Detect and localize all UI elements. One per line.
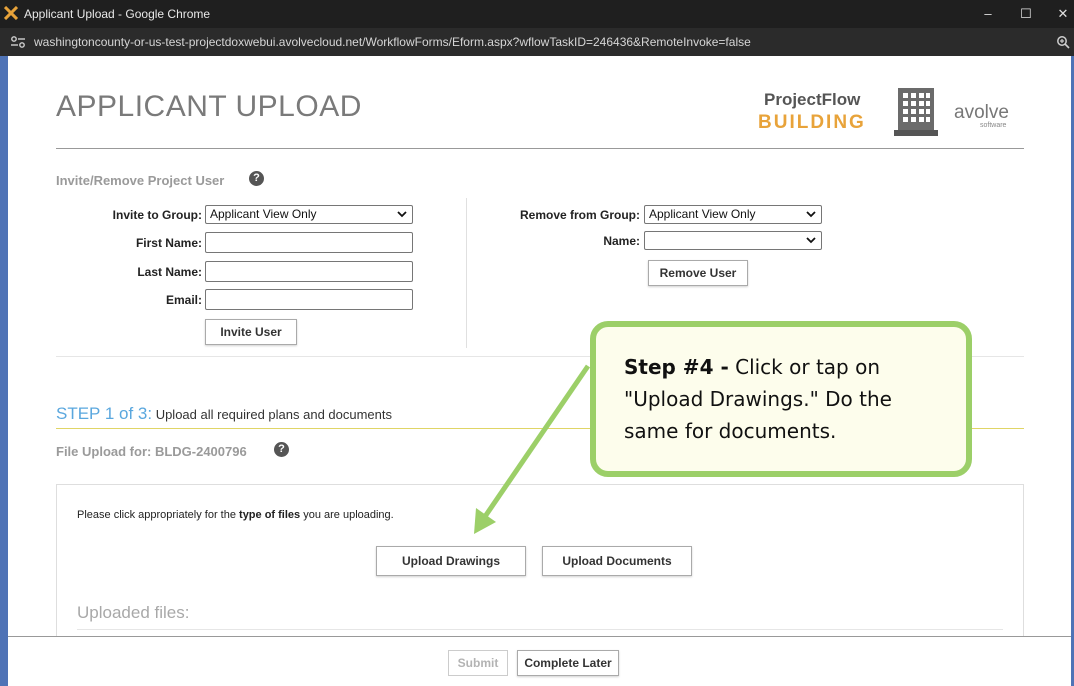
instruction-prefix: Please click appropriately for the <box>77 509 240 521</box>
page-title: APPLICANT UPLOAD <box>56 90 362 123</box>
site-settings-icon[interactable] <box>10 35 26 49</box>
brand-logo: ProjectFlow BUILDING avolve software <box>758 84 1028 144</box>
instruction-callout: Step #4 - Click or tap on "Upload Drawin… <box>590 321 972 477</box>
address-bar[interactable]: washingtoncounty-or-us-test-projectdoxwe… <box>0 28 1074 56</box>
complete-later-button[interactable]: Complete Later <box>517 650 619 676</box>
url-text[interactable]: washingtoncounty-or-us-test-projectdoxwe… <box>34 35 751 49</box>
name-label: Name: <box>603 234 640 248</box>
window-title: Applicant Upload - Google Chrome <box>24 7 211 21</box>
vendor-logo-text: avolve <box>954 102 1009 123</box>
first-name-label: First Name: <box>135 236 202 250</box>
window-frame-left <box>0 56 8 686</box>
footer-bar: Submit Complete Later <box>8 636 1071 686</box>
brand-line-2: BUILDING <box>758 112 866 133</box>
last-name-input[interactable] <box>205 261 413 282</box>
invite-user-button[interactable]: Invite User <box>205 319 297 345</box>
upload-instruction: Please click appropriately for the type … <box>77 509 394 521</box>
upload-documents-button[interactable]: Upload Documents <box>542 546 692 576</box>
uploaded-files-divider <box>77 629 1003 630</box>
chevron-down-icon <box>806 237 816 244</box>
name-select[interactable] <box>644 231 822 250</box>
chevron-down-icon <box>806 211 816 218</box>
zoom-icon[interactable] <box>1056 35 1070 49</box>
minimize-button[interactable]: – <box>973 4 1003 24</box>
browser-title-bar: Applicant Upload - Google Chrome – ☐ ✕ <box>0 0 1074 28</box>
close-window-button[interactable]: ✕ <box>1048 4 1074 24</box>
brand-line-1: ProjectFlow <box>764 90 861 109</box>
step-number: STEP 1 of 3: <box>56 404 153 423</box>
step-heading: STEP 1 of 3: Upload all required plans a… <box>56 404 392 424</box>
first-name-input[interactable] <box>205 232 413 253</box>
remove-group-value: Applicant View Only <box>649 207 756 221</box>
uploaded-files-title: Uploaded files: <box>77 603 190 622</box>
invite-group-label: Invite to Group: <box>112 208 202 222</box>
invite-group-select[interactable]: Applicant View Only <box>205 205 413 224</box>
invite-section-label: Invite/Remove Project User <box>56 173 225 188</box>
upload-drawings-button[interactable]: Upload Drawings <box>376 546 526 576</box>
building-icon <box>894 88 938 136</box>
chevron-down-icon <box>397 211 407 218</box>
last-name-label: Last Name: <box>137 265 202 279</box>
invite-group-value: Applicant View Only <box>210 207 317 221</box>
email-input[interactable] <box>205 289 413 310</box>
remove-group-select[interactable]: Applicant View Only <box>644 205 822 224</box>
file-upload-label: File Upload for: BLDG-2400796 <box>56 444 247 459</box>
app-logo-icon <box>4 6 18 20</box>
callout-step: Step #4 - <box>624 355 729 379</box>
help-icon[interactable]: ? <box>249 171 264 186</box>
instruction-bold: type of files <box>239 509 301 521</box>
header-divider <box>56 148 1024 149</box>
instruction-suffix: you are uploading. <box>300 509 394 521</box>
maximize-button[interactable]: ☐ <box>1011 4 1041 24</box>
email-label: Email: <box>165 293 202 307</box>
section-divider <box>466 198 467 348</box>
remove-user-button[interactable]: Remove User <box>648 260 748 286</box>
remove-group-label: Remove from Group: <box>519 208 640 222</box>
help-icon[interactable]: ? <box>274 442 289 457</box>
submit-button[interactable]: Submit <box>448 650 508 676</box>
step-description: Upload all required plans and documents <box>152 407 393 422</box>
vendor-logo-sub: software <box>980 122 1007 129</box>
page-content: APPLICANT UPLOAD ProjectFlow BUILDING av… <box>8 56 1071 686</box>
